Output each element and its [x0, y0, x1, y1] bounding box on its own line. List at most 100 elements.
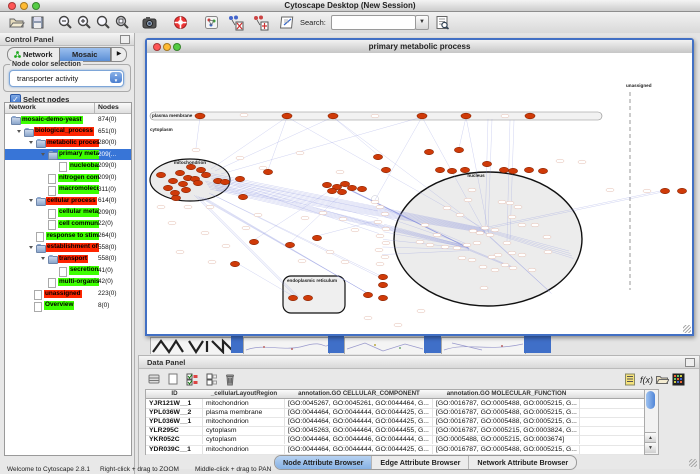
table-cell[interactable]: YLR295C: [146, 426, 203, 435]
network-node[interactable]: [326, 250, 334, 254]
network-node[interactable]: [498, 200, 506, 204]
network-node[interactable]: [192, 148, 200, 152]
network-node-selected[interactable]: [524, 167, 533, 172]
network-node[interactable]: [222, 244, 230, 248]
network-node[interactable]: [417, 309, 425, 313]
tree-row-overview[interactable]: Overview8(0): [5, 300, 131, 312]
table-cell[interactable]: YDR039C__1: [146, 445, 203, 454]
network-node[interactable]: [433, 233, 441, 237]
attribute-list-icon[interactable]: [623, 372, 637, 387]
network-node-selected[interactable]: [525, 113, 535, 119]
network-node[interactable]: [514, 205, 522, 209]
overview-icon[interactable]: [203, 14, 220, 31]
tree-row-nitrogen-compou[interactable]: nitrogen compou209(0): [5, 172, 131, 184]
network-node[interactable]: [416, 240, 424, 244]
network-node-selected[interactable]: [249, 239, 258, 244]
table-cell[interactable]: YPL036W__2: [146, 408, 203, 417]
network-node[interactable]: [426, 243, 434, 247]
row-height-icon[interactable]: [147, 372, 163, 387]
network-node[interactable]: [441, 245, 449, 249]
column-header-1[interactable]: _cellularLayoutRegion: [203, 390, 286, 399]
network-node[interactable]: [394, 323, 402, 327]
background-window[interactable]: [441, 337, 526, 354]
network-node[interactable]: [503, 241, 511, 245]
scroll-down-button[interactable]: ▼: [645, 442, 656, 453]
zoom-in-icon[interactable]: [76, 14, 93, 31]
tree-row-unassigned[interactable]: unassigned223(0): [5, 288, 131, 300]
network-node-selected[interactable]: [499, 167, 508, 172]
network-node[interactable]: [469, 229, 477, 233]
network-node[interactable]: [184, 205, 192, 209]
network-node[interactable]: [375, 248, 383, 252]
tree-row-cell-communicati[interactable]: cell communicati22(0): [5, 218, 131, 230]
network-node[interactable]: [381, 212, 389, 216]
expand-arrow-icon[interactable]: [29, 141, 33, 144]
zoom-selected-icon[interactable]: [114, 14, 131, 31]
table-cell[interactable]: [GO:0005488, GO:0005215, GO:0003674]: [433, 435, 580, 444]
tree-row-cellular-metabol[interactable]: cellular metabol209(0): [5, 207, 131, 219]
delete-attribute-icon[interactable]: [223, 372, 239, 387]
unselect-attributes-icon[interactable]: [204, 372, 220, 387]
table-scrollbar[interactable]: ▲ ▼: [644, 389, 659, 455]
network-node[interactable]: [382, 241, 390, 245]
network-node-selected[interactable]: [230, 261, 239, 266]
scrollbar-thumb[interactable]: [646, 391, 655, 409]
network-node-selected[interactable]: [660, 188, 669, 193]
network-node-selected[interactable]: [460, 167, 469, 172]
open-file-icon[interactable]: [8, 14, 25, 31]
network-node-selected[interactable]: [327, 188, 336, 193]
table-cell[interactable]: [GO:0016787, GO:0005215, GO:0003824, G..…: [433, 426, 580, 435]
tab-overflow-button[interactable]: ▶: [111, 48, 126, 61]
table-cell[interactable]: [GO:0044464, GO:0044446, GO:0044444, G..…: [285, 435, 433, 444]
network-node-selected[interactable]: [178, 181, 187, 186]
layout-icon-1[interactable]: [227, 14, 244, 31]
network-node[interactable]: [351, 228, 359, 232]
table-cell[interactable]: [GO:0045263, GO:0044464, GO:0044455, G..…: [285, 426, 433, 435]
search-dropdown-button[interactable]: ▼: [415, 15, 429, 30]
table-cell[interactable]: YKR052C: [146, 435, 203, 444]
network-node[interactable]: [236, 156, 244, 160]
network-node[interactable]: [578, 160, 586, 164]
tab-network[interactable]: Network: [8, 48, 59, 61]
tree-row-transport[interactable]: transport558(0): [5, 253, 131, 265]
network-node[interactable]: [606, 188, 614, 192]
function-builder-icon[interactable]: f(x): [639, 372, 653, 387]
column-header-0[interactable]: ID: [146, 390, 204, 399]
network-node-selected[interactable]: [170, 190, 179, 195]
table-cell[interactable]: [GO:0044464, GO:0044444, GO:0044425, G..…: [285, 408, 433, 417]
table-cell[interactable]: [GO:0045267, GO:0045261, GO:0044464, G..…: [285, 399, 433, 408]
node-color-combo[interactable]: transporter activity ▲▼: [9, 70, 124, 87]
network-node[interactable]: [556, 159, 564, 163]
zoom-fit-icon[interactable]: [95, 14, 112, 31]
network-node-selected[interactable]: [363, 292, 372, 297]
network-node-selected[interactable]: [201, 172, 210, 177]
network-node-selected[interactable]: [235, 176, 244, 181]
resize-grip[interactable]: [683, 325, 691, 333]
layout-icon-2[interactable]: [252, 14, 269, 31]
tab-mosaic[interactable]: Mosaic: [59, 48, 112, 61]
float-panel-icon[interactable]: [120, 35, 130, 44]
network-node-selected[interactable]: [238, 194, 247, 199]
table-cell[interactable]: cytoplasm: [203, 435, 285, 444]
table-cell[interactable]: [GO:0044464, GO:0044444, GO:0044425, G..…: [285, 445, 433, 454]
network-node[interactable]: [458, 256, 466, 260]
expand-arrow-icon[interactable]: [41, 257, 45, 260]
network-node-selected[interactable]: [220, 179, 229, 184]
background-window[interactable]: [243, 337, 330, 354]
network-node-selected[interactable]: [378, 282, 387, 287]
network-node-selected[interactable]: [196, 167, 205, 172]
network-node-selected[interactable]: [163, 185, 172, 190]
network-node-selected[interactable]: [447, 168, 456, 173]
background-window[interactable]: [344, 337, 426, 354]
table-cell[interactable]: YPL036W__1: [146, 417, 203, 426]
network-window[interactable]: primary metabolic process plasma membran…: [145, 38, 694, 336]
network-node[interactable]: [201, 231, 209, 235]
network-node[interactable]: [476, 231, 484, 235]
network-node-selected[interactable]: [156, 172, 165, 177]
save-icon[interactable]: [29, 14, 46, 31]
network-node[interactable]: [501, 263, 509, 267]
table-cell[interactable]: [GO:0016787, GO:0005488, GO:0005215, G..…: [433, 445, 580, 454]
tree-row-cellular-process[interactable]: cellular process614(0): [5, 195, 131, 207]
attribute-matrix-icon[interactable]: [671, 372, 685, 387]
expand-arrow-icon[interactable]: [41, 153, 45, 156]
